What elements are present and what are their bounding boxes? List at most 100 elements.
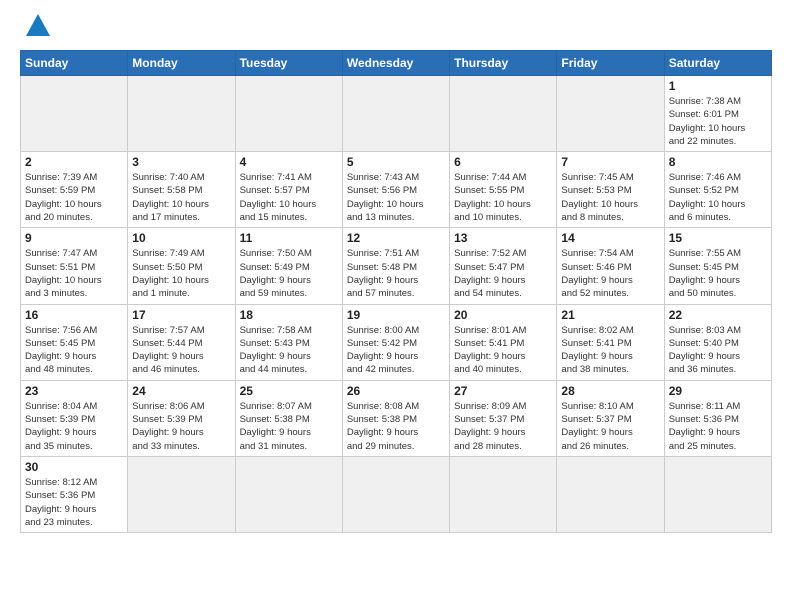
day-number: 2 bbox=[25, 155, 123, 169]
day-info: Sunrise: 8:06 AMSunset: 5:39 PMDaylight:… bbox=[132, 400, 230, 453]
day-number: 22 bbox=[669, 308, 767, 322]
day-number: 26 bbox=[347, 384, 445, 398]
calendar-cell: 30 Sunrise: 8:12 AMSunset: 5:36 PMDayligh… bbox=[21, 456, 128, 532]
page: SundayMondayTuesdayWednesdayThursdayFrid… bbox=[0, 0, 792, 612]
calendar-cell bbox=[235, 456, 342, 532]
calendar-cell: 23 Sunrise: 8:04 AMSunset: 5:39 PMDayligh… bbox=[21, 380, 128, 456]
calendar-cell: 4 Sunrise: 7:41 AMSunset: 5:57 PMDaylight… bbox=[235, 152, 342, 228]
day-info: Sunrise: 8:11 AMSunset: 5:36 PMDaylight:… bbox=[669, 400, 767, 453]
week-row-4: 16 Sunrise: 7:56 AMSunset: 5:45 PMDayligh… bbox=[21, 304, 772, 380]
weekday-header-monday: Monday bbox=[128, 51, 235, 76]
weekday-header-sunday: Sunday bbox=[21, 51, 128, 76]
logo bbox=[20, 16, 52, 40]
calendar-cell: 7Sunrise: 7:45 AMSunset: 5:53 PMDaylight… bbox=[557, 152, 664, 228]
calendar-cell: 5 Sunrise: 7:43 AMSunset: 5:56 PMDaylight… bbox=[342, 152, 449, 228]
logo-icon bbox=[24, 12, 52, 40]
day-info: Sunrise: 7:39 AMSunset: 5:59 PMDaylight:… bbox=[25, 171, 123, 224]
day-number: 12 bbox=[347, 231, 445, 245]
day-number: 1 bbox=[669, 79, 767, 93]
calendar-cell: 17 Sunrise: 7:57 AMSunset: 5:44 PMDayligh… bbox=[128, 304, 235, 380]
day-info: Sunrise: 8:10 AMSunset: 5:37 PMDaylight:… bbox=[561, 400, 659, 453]
day-info: Sunrise: 7:46 AMSunset: 5:52 PMDaylight:… bbox=[669, 171, 767, 224]
calendar-cell: 6 Sunrise: 7:44 AMSunset: 5:55 PMDaylight… bbox=[450, 152, 557, 228]
day-number: 25 bbox=[240, 384, 338, 398]
weekday-header-tuesday: Tuesday bbox=[235, 51, 342, 76]
day-number: 28 bbox=[561, 384, 659, 398]
day-info: Sunrise: 8:04 AMSunset: 5:39 PMDaylight:… bbox=[25, 400, 123, 453]
calendar-cell: 26Sunrise: 8:08 AMSunset: 5:38 PMDayligh… bbox=[342, 380, 449, 456]
calendar-cell: 28 Sunrise: 8:10 AMSunset: 5:37 PMDayligh… bbox=[557, 380, 664, 456]
calendar-cell bbox=[557, 76, 664, 152]
weekday-header-wednesday: Wednesday bbox=[342, 51, 449, 76]
calendar-cell: 15 Sunrise: 7:55 AMSunset: 5:45 PMDayligh… bbox=[664, 228, 771, 304]
day-info: Sunrise: 7:55 AMSunset: 5:45 PMDaylight:… bbox=[669, 247, 767, 300]
calendar-cell: 27Sunrise: 8:09 AMSunset: 5:37 PMDayligh… bbox=[450, 380, 557, 456]
day-info: Sunrise: 7:44 AMSunset: 5:55 PMDaylight:… bbox=[454, 171, 552, 224]
day-number: 18 bbox=[240, 308, 338, 322]
day-info: Sunrise: 8:02 AMSunset: 5:41 PMDaylight:… bbox=[561, 324, 659, 377]
day-number: 10 bbox=[132, 231, 230, 245]
day-info: Sunrise: 8:12 AMSunset: 5:36 PMDaylight:… bbox=[25, 476, 123, 529]
calendar-cell bbox=[342, 456, 449, 532]
day-info: Sunrise: 7:45 AMSunset: 5:53 PMDaylight:… bbox=[561, 171, 659, 224]
calendar-cell: 12 Sunrise: 7:51 AMSunset: 5:48 PMDayligh… bbox=[342, 228, 449, 304]
day-info: Sunrise: 7:57 AMSunset: 5:44 PMDaylight:… bbox=[132, 324, 230, 377]
weekday-header-row: SundayMondayTuesdayWednesdayThursdayFrid… bbox=[21, 51, 772, 76]
week-row-1: 1 Sunrise: 7:38 AMSunset: 6:01 PMDaylight… bbox=[21, 76, 772, 152]
day-info: Sunrise: 7:52 AMSunset: 5:47 PMDaylight:… bbox=[454, 247, 552, 300]
day-number: 21 bbox=[561, 308, 659, 322]
day-info: Sunrise: 7:47 AMSunset: 5:51 PMDaylight:… bbox=[25, 247, 123, 300]
day-number: 30 bbox=[25, 460, 123, 474]
calendar-cell bbox=[664, 456, 771, 532]
calendar-cell: 20Sunrise: 8:01 AMSunset: 5:41 PMDayligh… bbox=[450, 304, 557, 380]
day-info: Sunrise: 7:51 AMSunset: 5:48 PMDaylight:… bbox=[347, 247, 445, 300]
calendar-cell bbox=[128, 456, 235, 532]
day-number: 13 bbox=[454, 231, 552, 245]
weekday-header-saturday: Saturday bbox=[664, 51, 771, 76]
week-row-5: 23 Sunrise: 8:04 AMSunset: 5:39 PMDayligh… bbox=[21, 380, 772, 456]
day-number: 8 bbox=[669, 155, 767, 169]
day-number: 15 bbox=[669, 231, 767, 245]
calendar-cell bbox=[342, 76, 449, 152]
calendar-cell: 8 Sunrise: 7:46 AMSunset: 5:52 PMDaylight… bbox=[664, 152, 771, 228]
day-info: Sunrise: 8:09 AMSunset: 5:37 PMDaylight:… bbox=[454, 400, 552, 453]
calendar-cell: 19 Sunrise: 8:00 AMSunset: 5:42 PMDayligh… bbox=[342, 304, 449, 380]
day-info: Sunrise: 8:03 AMSunset: 5:40 PMDaylight:… bbox=[669, 324, 767, 377]
calendar-cell bbox=[450, 76, 557, 152]
calendar-cell: 14 Sunrise: 7:54 AMSunset: 5:46 PMDayligh… bbox=[557, 228, 664, 304]
day-number: 17 bbox=[132, 308, 230, 322]
day-info: Sunrise: 7:38 AMSunset: 6:01 PMDaylight:… bbox=[669, 95, 767, 148]
calendar-cell bbox=[128, 76, 235, 152]
calendar-cell: 25 Sunrise: 8:07 AMSunset: 5:38 PMDayligh… bbox=[235, 380, 342, 456]
day-number: 16 bbox=[25, 308, 123, 322]
calendar-cell bbox=[450, 456, 557, 532]
calendar-cell: 10Sunrise: 7:49 AMSunset: 5:50 PMDayligh… bbox=[128, 228, 235, 304]
day-number: 19 bbox=[347, 308, 445, 322]
calendar-cell: 18Sunrise: 7:58 AMSunset: 5:43 PMDayligh… bbox=[235, 304, 342, 380]
week-row-6: 30 Sunrise: 8:12 AMSunset: 5:36 PMDayligh… bbox=[21, 456, 772, 532]
calendar-cell: 16 Sunrise: 7:56 AMSunset: 5:45 PMDayligh… bbox=[21, 304, 128, 380]
day-info: Sunrise: 8:07 AMSunset: 5:38 PMDaylight:… bbox=[240, 400, 338, 453]
day-info: Sunrise: 8:00 AMSunset: 5:42 PMDaylight:… bbox=[347, 324, 445, 377]
week-row-3: 9Sunrise: 7:47 AMSunset: 5:51 PMDaylight… bbox=[21, 228, 772, 304]
day-number: 5 bbox=[347, 155, 445, 169]
calendar-cell bbox=[235, 76, 342, 152]
calendar-cell: 13 Sunrise: 7:52 AMSunset: 5:47 PMDayligh… bbox=[450, 228, 557, 304]
day-info: Sunrise: 7:43 AMSunset: 5:56 PMDaylight:… bbox=[347, 171, 445, 224]
day-number: 4 bbox=[240, 155, 338, 169]
day-number: 6 bbox=[454, 155, 552, 169]
calendar-cell: 24Sunrise: 8:06 AMSunset: 5:39 PMDayligh… bbox=[128, 380, 235, 456]
day-number: 23 bbox=[25, 384, 123, 398]
calendar-cell: 21 Sunrise: 8:02 AMSunset: 5:41 PMDayligh… bbox=[557, 304, 664, 380]
calendar-cell bbox=[21, 76, 128, 152]
day-info: Sunrise: 7:54 AMSunset: 5:46 PMDaylight:… bbox=[561, 247, 659, 300]
calendar-cell: 22 Sunrise: 8:03 AMSunset: 5:40 PMDayligh… bbox=[664, 304, 771, 380]
day-info: Sunrise: 7:40 AMSunset: 5:58 PMDaylight:… bbox=[132, 171, 230, 224]
day-info: Sunrise: 7:41 AMSunset: 5:57 PMDaylight:… bbox=[240, 171, 338, 224]
calendar-cell: 3Sunrise: 7:40 AMSunset: 5:58 PMDaylight… bbox=[128, 152, 235, 228]
day-number: 14 bbox=[561, 231, 659, 245]
day-info: Sunrise: 7:56 AMSunset: 5:45 PMDaylight:… bbox=[25, 324, 123, 377]
day-number: 11 bbox=[240, 231, 338, 245]
calendar-cell bbox=[557, 456, 664, 532]
calendar-cell: 11Sunrise: 7:50 AMSunset: 5:49 PMDayligh… bbox=[235, 228, 342, 304]
